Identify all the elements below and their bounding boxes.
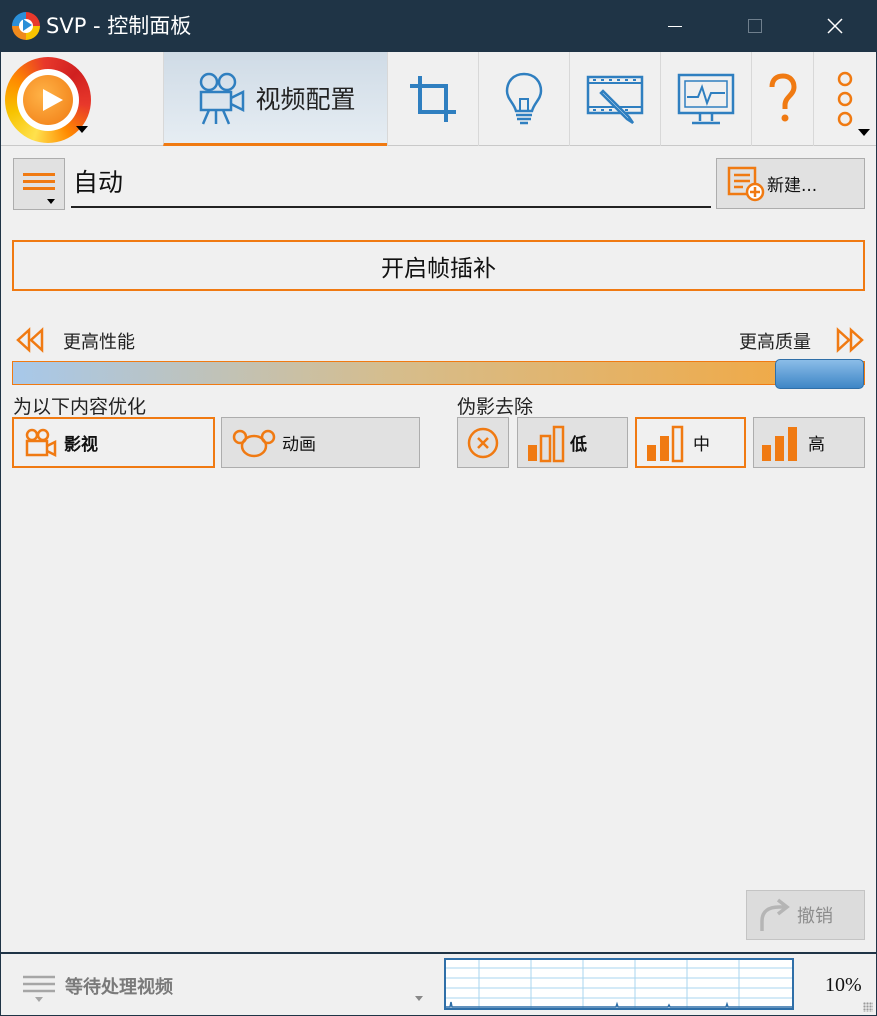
minimize-icon [668, 25, 682, 27]
optimize-movies-button[interactable]: 影视 [12, 417, 215, 468]
status-bar: 等待处理视频 10% [1, 952, 876, 1015]
profile-name-field[interactable]: 自动 [71, 160, 711, 208]
monitor-icon [677, 73, 735, 125]
enable-interpolation-button[interactable]: 开启帧插补 [12, 240, 865, 291]
new-document-icon [727, 166, 765, 201]
quality-slider-track[interactable] [12, 359, 865, 389]
resize-grip-icon[interactable] [863, 1002, 873, 1012]
cancel-circle-icon [467, 427, 499, 458]
higher-quality-label: 更高质量 [739, 332, 811, 353]
menu-dropdown-arrow-icon [47, 199, 55, 204]
lightbulb-icon [505, 72, 543, 125]
higher-performance-label: 更高性能 [63, 332, 135, 353]
tab-monitor[interactable] [660, 52, 751, 146]
crop-icon [410, 76, 456, 122]
status-text: 等待处理视频 [65, 977, 173, 998]
artifact-high-button[interactable]: 高 [753, 417, 865, 468]
artifact-removal-label: 伪影去除 [457, 396, 534, 418]
cpu-usage-graph [444, 958, 794, 1010]
close-button[interactable] [806, 0, 864, 52]
question-icon [769, 73, 797, 122]
cpu-usage-percent: 10% [825, 974, 862, 996]
main-toolbar: 视频配置 [1, 52, 876, 146]
app-icon-play [23, 19, 32, 31]
minimize-button[interactable] [646, 0, 704, 52]
more-dots-icon [837, 71, 853, 127]
artifact-low-button[interactable]: 低 [517, 417, 628, 468]
fast-forward-icon[interactable] [835, 327, 865, 353]
bars-icon [762, 426, 797, 461]
undo-button[interactable]: 撤销 [746, 890, 865, 940]
bars-icon [647, 425, 684, 462]
maximize-icon [748, 19, 762, 33]
quality-slider-thumb[interactable] [775, 359, 864, 389]
status-dropdown-arrow-icon[interactable] [415, 996, 423, 1001]
tab-video-profile[interactable]: 视频配置 [163, 52, 387, 146]
tab-lighting[interactable] [478, 52, 569, 146]
film-camera-icon [25, 428, 57, 457]
optimize-movies-label: 影视 [64, 435, 98, 455]
logo-play-icon [43, 89, 63, 111]
tab-subtitles[interactable] [569, 52, 660, 146]
new-profile-button[interactable]: 新建... [716, 158, 865, 209]
tab-crop[interactable] [387, 52, 478, 146]
optimize-for-label: 为以下内容优化 [13, 396, 147, 418]
logo-ring [17, 69, 79, 131]
tab-more[interactable] [813, 52, 876, 146]
optimize-animation-label: 动画 [282, 435, 316, 455]
film-pen-icon [586, 75, 644, 125]
artifact-high-label: 高 [808, 435, 825, 455]
movie-camera-icon [200, 72, 245, 124]
close-icon [827, 18, 843, 34]
control-panel: 视频配置 自动 新建... 开启帧插补 更高性能 更高质量 为以下内容优化 影视… [1, 52, 876, 1015]
more-dropdown-arrow-icon [858, 129, 870, 136]
status-menu-icon[interactable] [21, 974, 57, 1004]
new-profile-label: 新建... [767, 176, 818, 196]
undo-arrow-icon [760, 898, 790, 931]
tab-label: 视频配置 [255, 84, 356, 114]
window-title: SVP - 控制面板 [46, 14, 192, 38]
artifact-low-label: 低 [570, 435, 587, 455]
tab-help[interactable] [751, 52, 813, 146]
cartoon-icon [232, 429, 276, 457]
artifact-off-button[interactable] [457, 417, 509, 468]
maximize-button[interactable] [726, 0, 784, 52]
logo-inner [23, 75, 73, 125]
artifact-medium-label: 中 [693, 435, 710, 455]
artifact-medium-button[interactable]: 中 [635, 417, 746, 468]
title-bar: SVP - 控制面板 [0, 0, 877, 52]
undo-label: 撤销 [797, 906, 833, 927]
logo-dropdown-arrow-icon[interactable] [76, 126, 88, 133]
profile-menu-button[interactable] [13, 158, 65, 210]
bars-icon [528, 425, 565, 462]
rewind-icon[interactable] [15, 327, 45, 353]
optimize-animation-button[interactable]: 动画 [221, 417, 420, 468]
